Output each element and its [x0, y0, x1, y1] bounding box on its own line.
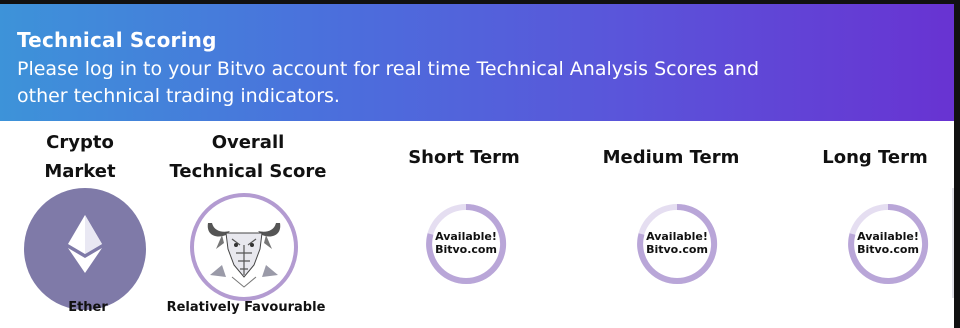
banner-text-line2: other technical trading indicators. [17, 85, 340, 107]
medium-term-badge[interactable]: Available! Bitvo.com [636, 203, 718, 285]
technical-scoring-banner: Technical Scoring Please log in to your … [0, 4, 954, 121]
header-long-term: Long Term [822, 147, 928, 168]
banner-login-message: Please log in to your Bitvo account for … [17, 56, 777, 110]
long-term-site: Bitvo.com [857, 243, 919, 256]
header-overall-line1: Overall [211, 132, 285, 153]
long-term-text: Available! Bitvo.com [847, 230, 929, 256]
overall-score-label: Relatively Favourable [166, 300, 326, 315]
long-term-available: Available! [857, 230, 919, 243]
short-term-site: Bitvo.com [435, 243, 497, 256]
short-term-badge[interactable]: Available! Bitvo.com [425, 203, 507, 285]
medium-term-site: Bitvo.com [646, 243, 708, 256]
header-overall-line2: Technical Score [169, 161, 327, 182]
ethereum-icon [68, 215, 102, 273]
header-crypto-line1: Crypto [46, 132, 114, 153]
medium-term-text: Available! Bitvo.com [636, 230, 718, 256]
long-term-badge[interactable]: Available! Bitvo.com [847, 203, 929, 285]
header-overall-score: Overall Technical Score [158, 128, 338, 186]
crypto-coin-circle [24, 188, 146, 310]
medium-term-available: Available! [646, 230, 708, 243]
header-crypto-line2: Market [44, 161, 116, 182]
bull-icon [207, 223, 281, 288]
banner-text-line1: Please log in to your Bitvo account for … [17, 58, 760, 80]
side-divider [952, 188, 954, 298]
short-term-text: Available! Bitvo.com [425, 230, 507, 256]
header-short-term: Short Term [408, 147, 520, 168]
header-medium-term: Medium Term [602, 147, 740, 168]
crypto-name: Ether [68, 300, 108, 315]
header-crypto-market: Crypto Market [30, 128, 130, 186]
banner-title: Technical Scoring [17, 28, 217, 52]
short-term-available: Available! [435, 230, 497, 243]
overall-score-ring [190, 193, 298, 301]
